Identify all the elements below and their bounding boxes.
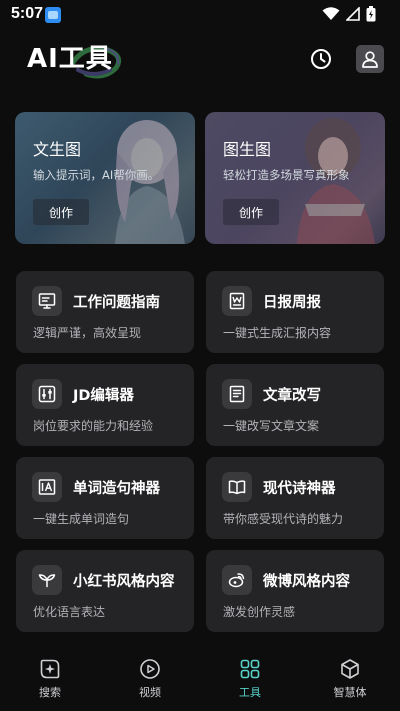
hero-title: 图生图 <box>223 140 272 159</box>
tool-title: 单词造句神器 <box>73 481 160 497</box>
tool-description: 激发创作灵感 <box>223 605 296 619</box>
tool-description: 带你感受现代诗的魅力 <box>223 512 344 526</box>
nav-item-agent[interactable]: 智慧体 <box>320 658 380 700</box>
create-button[interactable]: 创作 <box>33 199 89 225</box>
tool-title: 日报周报 <box>263 295 321 311</box>
nav-label: 搜索 <box>39 686 61 699</box>
tool-title: 现代诗神器 <box>263 481 336 497</box>
tool-card-modern-poetry[interactable]: 现代诗神器 带你感受现代诗的魅力 <box>206 457 384 539</box>
text-to-image-card[interactable]: 文生图 输入提示词，AI帮你画。 创作 <box>15 112 195 244</box>
hero-title: 文生图 <box>33 140 82 159</box>
tool-description: 优化语言表达 <box>33 605 106 619</box>
tool-card-word-sentence[interactable]: 单词造句神器 一键生成单词造句 <box>16 457 194 539</box>
tool-icon-box <box>222 379 252 409</box>
tool-icon-box <box>32 472 62 502</box>
status-bar: 5:07 <box>0 0 400 28</box>
nav-label: 工具 <box>239 686 261 699</box>
battery-charging-icon <box>366 6 376 22</box>
tool-title: 微博风格内容 <box>263 574 350 590</box>
create-button[interactable]: 创作 <box>223 199 279 225</box>
tool-card-work-guide[interactable]: 工作问题指南 逻辑严谨，高效呈现 <box>16 271 194 353</box>
tool-icon-box <box>32 379 62 409</box>
nav-item-video[interactable]: 视频 <box>120 658 180 700</box>
nav-item-tools[interactable]: 工具 <box>220 658 280 700</box>
sprout-icon <box>38 574 56 588</box>
tool-description: 一键生成单词造句 <box>33 512 130 526</box>
page-title: AI工具 <box>27 44 113 74</box>
signal-icon <box>346 7 360 21</box>
profile-button[interactable] <box>356 45 384 73</box>
tool-card-daily-report[interactable]: 日报周报 一键式生成汇报内容 <box>206 271 384 353</box>
book-icon <box>228 480 246 495</box>
cube-icon <box>341 659 359 679</box>
tool-card-xiaohongshu-style[interactable]: 小红书风格内容 优化语言表达 <box>16 550 194 632</box>
tool-title: 文章改写 <box>263 388 321 404</box>
text-card-icon <box>38 479 56 495</box>
tool-description: 逻辑严谨，高效呈现 <box>33 326 142 340</box>
tool-icon-box <box>222 565 252 595</box>
hero-subtitle: 输入提示词，AI帮你画。 <box>33 168 160 182</box>
tool-card-article-rewrite[interactable]: 文章改写 一键改写文章文案 <box>206 364 384 446</box>
grid-icon <box>240 659 260 679</box>
tool-icon-box <box>222 286 252 316</box>
nav-label: 智慧体 <box>333 686 367 699</box>
tool-icon-box <box>32 286 62 316</box>
tool-card-weibo-style[interactable]: 微博风格内容 激发创作灵感 <box>206 550 384 632</box>
screen: 5:07 AI工具 文生图 输入提示词，AI帮你画。 创作 图生图 轻松打造多场… <box>0 0 400 711</box>
word-doc-icon <box>229 292 245 310</box>
status-time: 5:07 <box>11 5 44 22</box>
tool-title: 工作问题指南 <box>73 295 160 311</box>
tool-description: 岗位要求的能力和经验 <box>33 419 154 433</box>
hero-subtitle: 轻松打造多场景写真形象 <box>223 168 350 182</box>
history-button[interactable] <box>308 46 334 72</box>
user-icon <box>362 51 378 68</box>
bottom-nav: 搜索 视频 工具 智慧体 <box>0 650 400 711</box>
tool-title: 小红书风格内容 <box>73 574 175 590</box>
tool-description: 一键改写文章文案 <box>223 419 320 433</box>
nav-item-search[interactable]: 搜索 <box>20 658 80 700</box>
tool-icon-box <box>32 565 62 595</box>
sliders-icon <box>38 385 56 403</box>
nav-label: 视频 <box>139 686 161 699</box>
tool-card-jd-editor[interactable]: JD编辑器 岗位要求的能力和经验 <box>16 364 194 446</box>
play-circle-icon <box>140 659 160 679</box>
sparkle-search-icon <box>40 659 60 679</box>
clock-icon <box>311 49 331 69</box>
presentation-icon <box>38 293 56 309</box>
wifi-icon <box>322 7 340 20</box>
status-indicators <box>322 6 376 22</box>
notification-app-icon <box>45 7 61 23</box>
tool-title: JD编辑器 <box>73 388 134 404</box>
image-to-image-card[interactable]: 图生图 轻松打造多场景写真形象 创作 <box>205 112 385 244</box>
tool-icon-box <box>222 472 252 502</box>
document-icon <box>229 385 245 403</box>
weibo-icon <box>228 573 245 588</box>
tool-description: 一键式生成汇报内容 <box>223 326 332 340</box>
